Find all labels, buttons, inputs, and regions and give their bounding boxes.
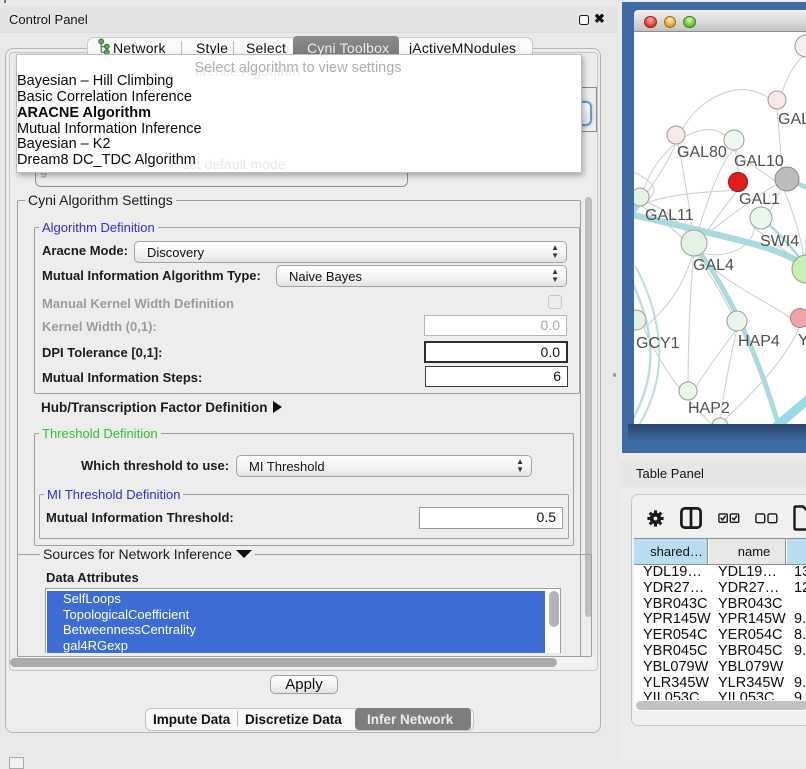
svg-text:SWI4: SWI4 [760, 233, 799, 250]
svg-text:Y: Y [798, 332, 806, 349]
svg-text:GAL80: GAL80 [677, 144, 727, 161]
svg-text:GAL11: GAL11 [645, 207, 694, 224]
svg-text:GAL: GAL [778, 111, 806, 128]
svg-text:GCY1: GCY1 [636, 335, 680, 352]
svg-text:GAL1: GAL1 [739, 191, 780, 208]
svg-text:GAL4: GAL4 [693, 257, 734, 274]
svg-text:GAL10: GAL10 [734, 153, 784, 170]
svg-text:HAP2: HAP2 [688, 400, 730, 417]
svg-text:HAP4: HAP4 [738, 333, 780, 350]
